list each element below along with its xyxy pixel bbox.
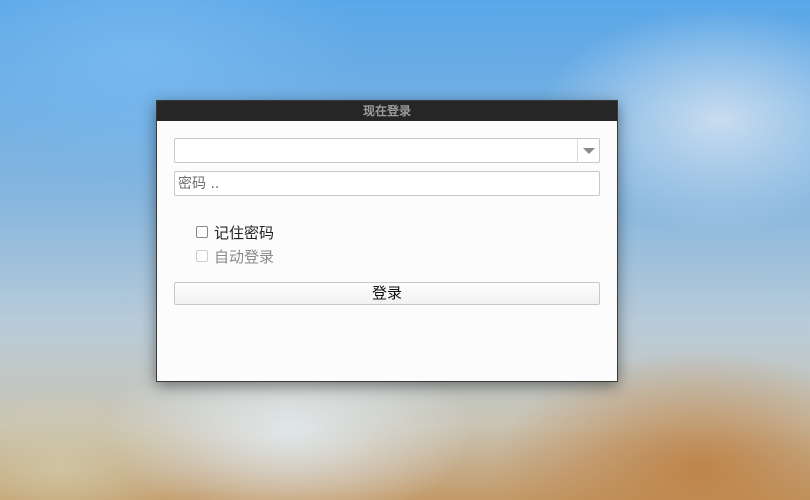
login-dialog: 现在登录 记住密码 自动登录 登录 <box>156 100 618 382</box>
password-field[interactable] <box>174 171 600 196</box>
window-title: 现在登录 <box>157 101 617 121</box>
remember-password-label: 记住密码 <box>214 223 275 242</box>
login-button[interactable]: 登录 <box>174 282 600 305</box>
checkbox-box[interactable] <box>196 250 208 262</box>
chevron-down-icon[interactable] <box>577 139 599 162</box>
auto-login-checkbox[interactable]: 自动登录 <box>196 246 274 266</box>
auto-login-label: 自动登录 <box>214 247 275 266</box>
checkbox-box[interactable] <box>196 226 208 238</box>
remember-password-checkbox[interactable]: 记住密码 <box>196 222 274 242</box>
account-combobox[interactable] <box>174 138 600 163</box>
